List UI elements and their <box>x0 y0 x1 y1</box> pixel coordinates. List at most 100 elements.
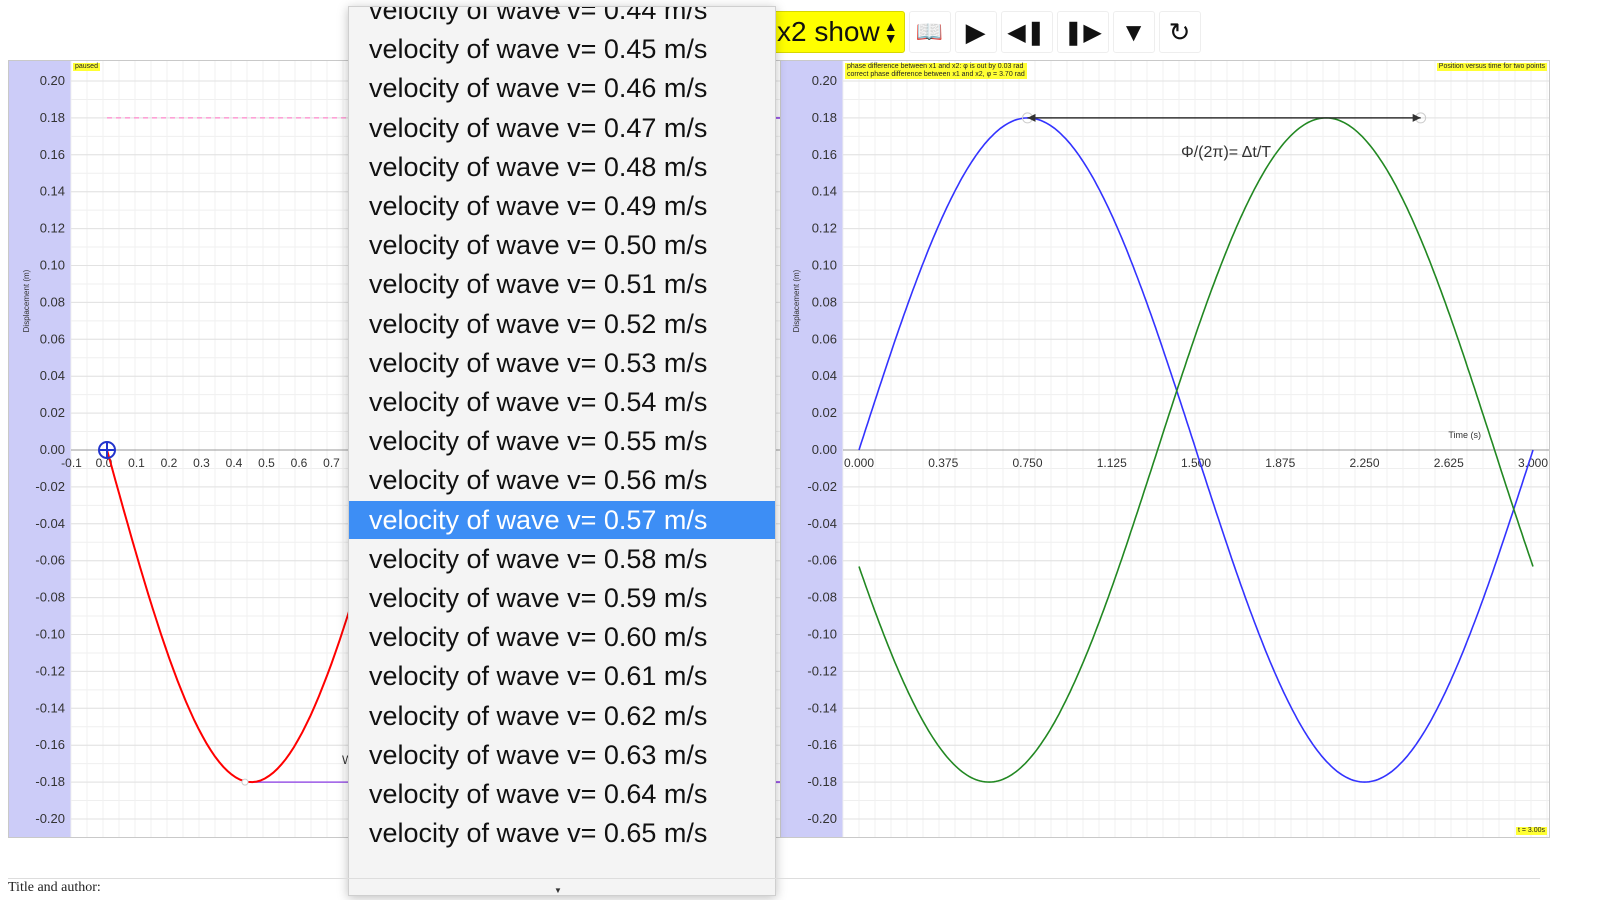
x-tick-label: 3.000 <box>1518 456 1548 470</box>
dropdown-option[interactable]: velocity of wave v= 0.46 m/s <box>349 69 775 107</box>
dropdown-option[interactable]: velocity of wave v= 0.49 m/s <box>349 187 775 225</box>
y-tick-label: -0.12 <box>35 663 65 678</box>
x-tick-label: 0.7 <box>323 456 340 470</box>
y-tick-label: 0.20 <box>812 73 837 88</box>
y-tick-label: -0.16 <box>807 737 837 752</box>
y-tick-label: 0.04 <box>40 368 65 383</box>
scroll-down-arrow-icon[interactable]: ▼ <box>554 886 562 895</box>
time-graph-panel: 0.20 0.18 0.16 0.14 0.12 0.10 0.08 0.06 0.04 0.02… <box>780 60 1550 838</box>
x-tick-label: 2.250 <box>1349 456 1379 470</box>
step-forward-button[interactable]: ❚▶ <box>1056 11 1109 53</box>
dropdown-option[interactable]: velocity of wave v= 0.48 m/s <box>349 148 775 186</box>
y-tick-label: 0.12 <box>812 221 837 236</box>
y-tick-label: 0.16 <box>812 147 837 162</box>
y-tick-label: 0.08 <box>812 294 837 309</box>
y-axis-label: Displacement (m) <box>792 269 801 332</box>
y-tick-label: 0.02 <box>40 405 65 420</box>
phase-difference-tag: phase difference between x1 and x2: φ is… <box>845 63 1027 79</box>
book-icon[interactable]: 📖 <box>908 11 951 53</box>
step-back-button[interactable]: ◀❚ <box>1000 11 1053 53</box>
x-tick-label: 0.5 <box>258 456 275 470</box>
y-tick-label: -0.16 <box>35 737 65 752</box>
title-and-author-label: Title and author: <box>8 880 101 895</box>
toolbar: x2 show ▲ ▼ 📖 ▶ ◀❚ ❚▶ ▼ ↻ <box>770 10 1201 54</box>
y-tick-label: -0.04 <box>807 516 837 531</box>
y-tick-label: 0.08 <box>40 294 65 309</box>
y-tick-label: 0.06 <box>812 331 837 346</box>
dropdown-option[interactable]: velocity of wave v= 0.44 m/s <box>349 7 775 29</box>
y-tick-label: -0.10 <box>807 627 837 642</box>
y-tick-label: 0.12 <box>40 221 65 236</box>
dropdown-option[interactable]: velocity of wave v= 0.51 m/s <box>349 265 775 303</box>
scroll-up-arrow-icon[interactable]: ▲ <box>554 7 562 16</box>
y-tick-label: -0.18 <box>35 774 65 789</box>
y-tick-label: -0.20 <box>807 811 837 826</box>
y-tick-label: 0.00 <box>812 442 837 457</box>
y-tick-label: 0.20 <box>40 73 65 88</box>
x-tick-label: 0.6 <box>291 456 308 470</box>
y-tick-label: 0.04 <box>812 368 837 383</box>
trough-point <box>241 778 249 786</box>
y-tick-label: -0.20 <box>35 811 65 826</box>
x2-show-select[interactable]: x2 show ▲ ▼ <box>770 11 905 53</box>
dropdown-option[interactable]: velocity of wave v= 0.59 m/s <box>349 579 775 617</box>
menu-toggle-button[interactable]: ▼ <box>1112 11 1155 53</box>
dropdown-option[interactable]: velocity of wave v= 0.62 m/s <box>349 697 775 735</box>
y-tick-label: -0.08 <box>35 590 65 605</box>
y-axis-label: Displacement (m) <box>22 269 31 332</box>
y-tick-label: -0.02 <box>807 479 837 494</box>
y-tick-label: 0.16 <box>40 147 65 162</box>
x-axis-label: Time (s) <box>1448 430 1481 440</box>
graph-title-tag: Position versus time for two points <box>1436 63 1547 71</box>
dropdown-option[interactable]: velocity of wave v= 0.60 m/s <box>349 618 775 656</box>
time-readout-tag: t = 3.00s <box>1515 827 1547 835</box>
dropdown-option[interactable]: velocity of wave v= 0.50 m/s <box>349 226 775 264</box>
x-tick-label: 0.000 <box>844 456 874 470</box>
x-tick-label: -0.1 <box>61 456 82 470</box>
x-tick-label: 1.125 <box>1097 456 1127 470</box>
x-tick-label: 0.3 <box>193 456 210 470</box>
x-tick-label: 0.375 <box>928 456 958 470</box>
dropdown-option[interactable]: velocity of wave v= 0.65 m/s <box>349 814 775 852</box>
x-tick-label: 2.625 <box>1434 456 1464 470</box>
play-button[interactable]: ▶ <box>954 11 997 53</box>
y-tick-label: 0.02 <box>812 405 837 420</box>
x-tick-label: 1.500 <box>1181 456 1211 470</box>
dropdown-option[interactable]: velocity of wave v= 0.57 m/s <box>349 500 775 539</box>
wave-velocity-dropdown-list[interactable]: velocity of wave v= 0.44 m/s velocity of … <box>348 6 776 896</box>
x-tick-label: 0.2 <box>161 456 178 470</box>
x-tick-label: 1.875 <box>1265 456 1295 470</box>
paused-status-badge: paused <box>73 63 100 71</box>
y-tick-label: -0.02 <box>35 479 65 494</box>
dropdown-option[interactable]: velocity of wave v= 0.61 m/s <box>349 657 775 695</box>
y-tick-label: -0.08 <box>807 590 837 605</box>
y-tick-label: 0.14 <box>812 184 837 199</box>
y-tick-label: 0.06 <box>40 331 65 346</box>
y-tick-label: 0.00 <box>40 442 65 457</box>
y-tick-label: 0.14 <box>40 184 65 199</box>
reset-button[interactable]: ↻ <box>1158 11 1201 53</box>
y-tick-label: -0.12 <box>807 663 837 678</box>
x-tick-label: 0.1 <box>128 456 145 470</box>
x-tick-label: 0.4 <box>226 456 243 470</box>
phase-formula-label: Φ/(2π)= Δt/T <box>1181 144 1271 161</box>
y-tick-label: -0.14 <box>807 700 837 715</box>
dropdown-option[interactable]: velocity of wave v= 0.64 m/s <box>349 775 775 813</box>
dropdown-option[interactable]: velocity of wave v= 0.55 m/s <box>349 422 775 460</box>
y-tick-label: 0.18 <box>40 110 65 125</box>
y-tick-label: -0.10 <box>35 627 65 642</box>
up-down-arrows-icon: ▲ ▼ <box>883 18 898 46</box>
dropdown-option[interactable]: velocity of wave v= 0.56 m/s <box>349 461 775 499</box>
dropdown-option[interactable]: velocity of wave v= 0.53 m/s <box>349 344 775 382</box>
y-tick-label: 0.18 <box>812 110 837 125</box>
y-tick-label: -0.06 <box>807 553 837 568</box>
dropdown-option[interactable]: velocity of wave v= 0.52 m/s <box>349 305 775 343</box>
dropdown-option[interactable]: velocity of wave v= 0.63 m/s <box>349 736 775 774</box>
x-tick-label: 0.750 <box>1012 456 1042 470</box>
y-tick-label: -0.06 <box>35 553 65 568</box>
dropdown-option[interactable]: velocity of wave v= 0.54 m/s <box>349 383 775 421</box>
divider <box>8 878 1540 879</box>
dropdown-option[interactable]: velocity of wave v= 0.58 m/s <box>349 540 775 578</box>
dropdown-option[interactable]: velocity of wave v= 0.47 m/s <box>349 109 775 147</box>
dropdown-option[interactable]: velocity of wave v= 0.45 m/s <box>349 30 775 68</box>
